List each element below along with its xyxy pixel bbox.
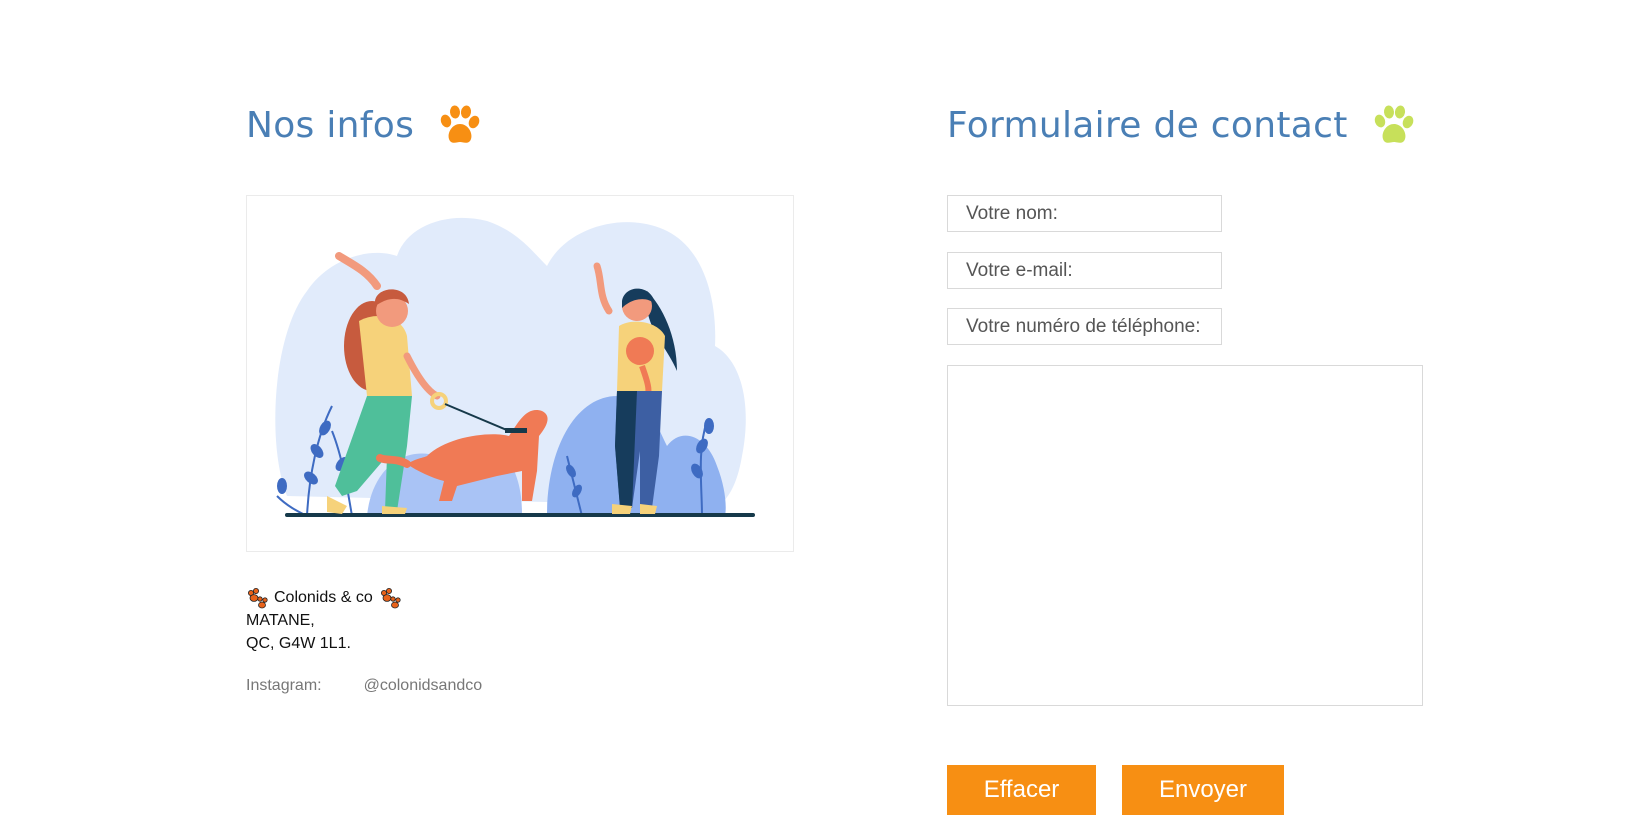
instagram-label: Instagram:: [246, 677, 322, 694]
info-title: Nos infos: [246, 104, 415, 146]
green-paw-icon: [1374, 105, 1413, 143]
address-block: Colonids & co MATANE, QC, G4W 1L1.: [246, 586, 401, 655]
small-paws-icon: [248, 587, 268, 608]
phone-input[interactable]: [947, 308, 1222, 345]
name-input[interactable]: [947, 195, 1222, 232]
info-heading: Nos infos: [246, 102, 482, 148]
orange-paw-icon: [440, 105, 480, 143]
message-textarea[interactable]: [947, 365, 1423, 706]
small-paws-icon: [380, 587, 401, 608]
business-name: Colonids & co: [274, 589, 373, 606]
contact-form-heading: Formulaire de contact: [947, 102, 1416, 148]
dog-walking-illustration: [246, 195, 794, 552]
clear-button[interactable]: Effacer: [947, 765, 1096, 815]
contact-title: Formulaire de contact: [947, 104, 1348, 146]
city-line: MATANE,: [246, 612, 315, 629]
email-input[interactable]: [947, 252, 1222, 289]
postal-line: QC, G4W 1L1.: [246, 635, 351, 652]
instagram-handle[interactable]: @colonidsandco: [364, 677, 483, 695]
illustration-art: [275, 217, 755, 517]
business-line: Colonids & co: [246, 586, 401, 609]
send-button[interactable]: Envoyer: [1122, 765, 1284, 815]
instagram-row: Instagram: @colonidsandco: [246, 677, 482, 695]
